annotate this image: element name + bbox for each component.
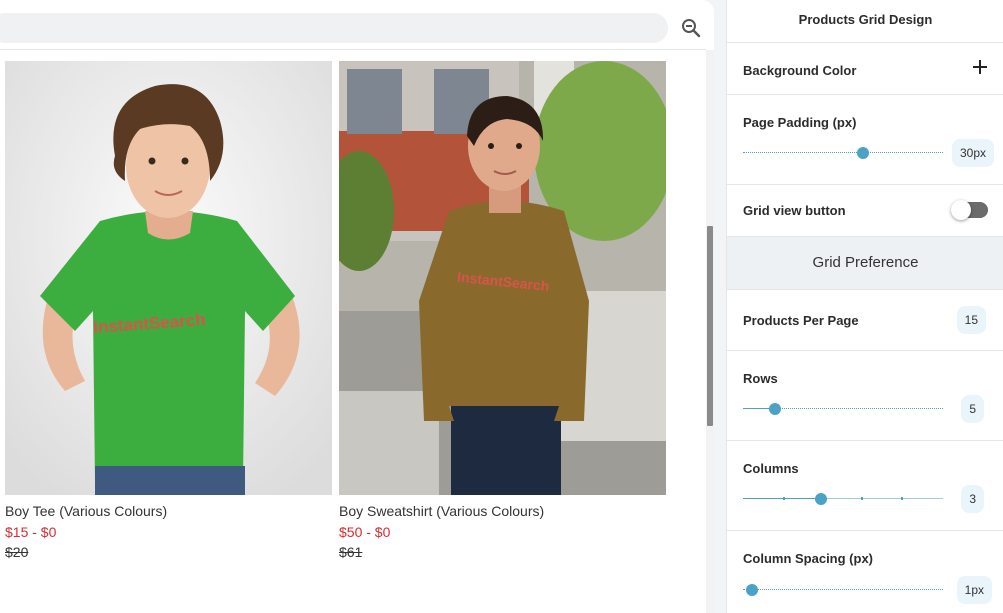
rows-slider[interactable] <box>743 402 943 416</box>
slider-thumb[interactable] <box>857 147 869 159</box>
product-image[interactable]: InstantSearch <box>339 61 666 495</box>
products-preview: InstantSearch Boy Tee (Various Colours) … <box>0 0 714 613</box>
page-padding-row: Page Padding (px) 30px <box>727 95 1003 185</box>
columns-label: Columns <box>743 461 799 476</box>
settings-panel: Products Grid Design Background Color Pa… <box>726 0 1003 613</box>
grid-view-toggle[interactable] <box>951 200 988 220</box>
product-title[interactable]: Boy Tee (Various Colours) <box>5 502 332 520</box>
grid-view-button-row: Grid view button <box>727 185 1003 237</box>
product-card[interactable]: InstantSearch Boy Sweatshirt (Various Co… <box>339 61 666 561</box>
background-color-label: Background Color <box>743 63 857 78</box>
product-card[interactable]: InstantSearch Boy Tee (Various Colours) … <box>5 61 332 561</box>
column-spacing-value[interactable]: 1px <box>956 576 992 604</box>
product-title[interactable]: Boy Sweatshirt (Various Colours) <box>339 502 666 520</box>
columns-value[interactable]: 3 <box>961 485 984 513</box>
background-color-row: Background Color <box>727 43 1003 95</box>
product-compare-price: $20 <box>5 544 29 560</box>
rows-value[interactable]: 5 <box>961 395 984 423</box>
header-divider <box>0 49 706 50</box>
grid-view-button-label: Grid view button <box>743 203 846 218</box>
product-price: $15 - $0 <box>5 524 57 540</box>
panel-title: Products Grid Design <box>727 0 1003 43</box>
rows-row: Rows 5 <box>727 351 1003 441</box>
search-input[interactable] <box>0 13 668 43</box>
column-spacing-label: Column Spacing (px) <box>743 551 873 566</box>
columns-row: Columns 3 <box>727 441 1003 531</box>
products-per-page-row: Products Per Page 15 <box>727 290 1003 351</box>
product-image[interactable]: InstantSearch <box>5 61 332 495</box>
page-padding-value[interactable]: 30px <box>951 139 994 167</box>
products-per-page-value[interactable]: 15 <box>956 306 986 334</box>
plus-icon[interactable] <box>972 56 988 80</box>
column-spacing-slider[interactable] <box>743 583 943 597</box>
zoom-out-icon[interactable] <box>680 17 702 39</box>
columns-slider[interactable] <box>743 492 943 506</box>
slider-thumb[interactable] <box>746 584 758 596</box>
scrollbar-thumb[interactable] <box>707 226 713 426</box>
slider-thumb[interactable] <box>769 403 781 415</box>
page-padding-slider[interactable] <box>743 146 943 160</box>
slider-thumb[interactable] <box>815 493 827 505</box>
grid-preference-heading: Grid Preference <box>727 237 1003 290</box>
column-spacing-row: Column Spacing (px) 1px <box>727 531 1003 613</box>
page-padding-label: Page Padding (px) <box>743 115 857 130</box>
products-per-page-label: Products Per Page <box>743 313 859 328</box>
rows-label: Rows <box>743 371 778 386</box>
product-compare-price: $61 <box>339 544 363 560</box>
product-price: $50 - $0 <box>339 524 391 540</box>
